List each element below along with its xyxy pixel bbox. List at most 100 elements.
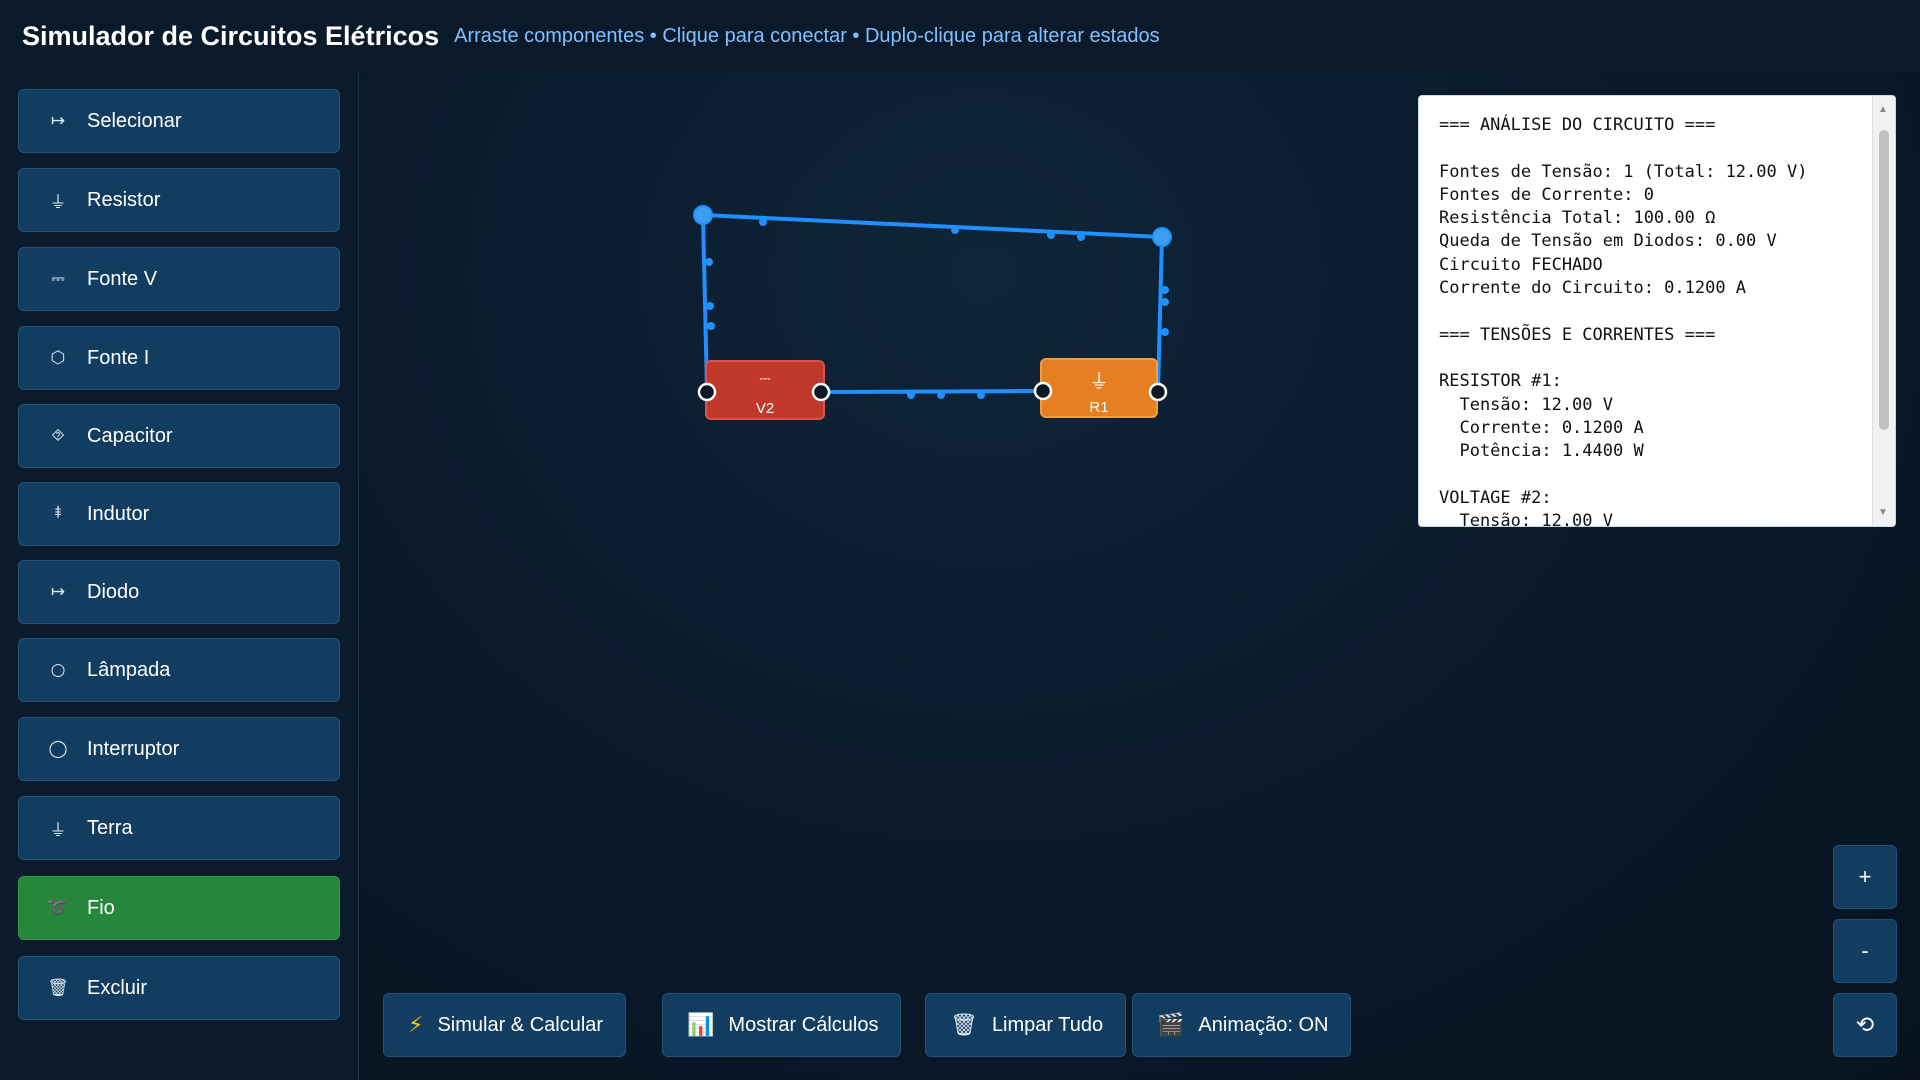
arrow-icon: ↦ xyxy=(50,582,66,602)
terminal[interactable] xyxy=(811,382,831,402)
tool-terra[interactable]: ⏚ Terra xyxy=(18,796,340,860)
button-label: Animação: ON xyxy=(1198,1013,1329,1036)
analysis-line: RESISTOR #1: xyxy=(1439,371,1562,392)
trash-icon: 🗑 xyxy=(950,1012,978,1038)
flow-dot xyxy=(706,302,714,310)
large-circle-icon: ◯ xyxy=(48,739,68,759)
clear-all-button[interactable]: 🗑 Limpar Tudo xyxy=(925,993,1127,1057)
tool-capacitor[interactable]: ⯑ Capacitor xyxy=(18,404,340,468)
ground-icon: ⏚ xyxy=(1089,369,1109,393)
wire-node[interactable] xyxy=(1152,227,1172,247)
app-header: Simulador de Circuitos Elétricos Arraste… xyxy=(0,0,1920,73)
tool-interruptor[interactable]: ◯ Interruptor xyxy=(18,717,340,781)
animation-toggle-button[interactable]: 🎬 Animação: ON xyxy=(1132,993,1352,1057)
loop-icon: ➰ xyxy=(47,898,69,918)
tool-lampada[interactable]: ○ Lâmpada xyxy=(18,638,340,702)
analysis-line xyxy=(1439,137,1875,160)
tool-label: Capacitor xyxy=(87,424,173,447)
analysis-line: === ANÁLISE DO CIRCUITO === xyxy=(1439,115,1716,135)
analysis-line: Corrente: 0.1200 A xyxy=(1439,417,1644,438)
component-label: V2 xyxy=(756,400,774,417)
tool-label: Terra xyxy=(87,816,133,839)
analysis-line: Potência: 1.4400 W xyxy=(1439,441,1644,462)
arrow-icon: ↦ xyxy=(50,111,66,131)
analysis-line: === TENSÕES E CORRENTES === xyxy=(1439,324,1716,345)
wire-node[interactable] xyxy=(693,205,713,225)
app-subtitle: Arraste componentes • Clique para conect… xyxy=(454,24,1160,47)
app-title: Simulador de Circuitos Elétricos xyxy=(22,20,440,51)
component-v2[interactable]: ⎓ V2 xyxy=(705,360,825,420)
analysis-line: Queda de Tensão em Diodos: 0.00 V xyxy=(1439,231,1777,252)
scroll-thumb[interactable] xyxy=(1879,130,1889,430)
tool-label: Fio xyxy=(87,896,115,919)
scroll-up-icon[interactable]: ▲ xyxy=(1878,104,1888,115)
trash-icon: 🗑 xyxy=(47,978,69,998)
button-label: Mostrar Cálculos xyxy=(728,1013,879,1036)
flow-dot xyxy=(1047,231,1055,239)
button-label: Simular & Calcular xyxy=(437,1013,604,1036)
tool-indutor[interactable]: ⯒ Indutor xyxy=(18,482,340,546)
flow-dot xyxy=(707,322,715,330)
flow-dot xyxy=(951,226,959,234)
flow-dot xyxy=(977,391,985,399)
terminal[interactable] xyxy=(697,382,717,402)
dc-icon: ⎓ xyxy=(51,269,65,289)
tool-selecionar[interactable]: ↦ Selecionar xyxy=(18,89,340,153)
analysis-line: Tensão: 12.00 V xyxy=(1439,511,1613,527)
lightning-icon: ⚡ xyxy=(408,1012,424,1038)
hexagon-icon: ⬡ xyxy=(50,348,66,368)
tool-fonte-i[interactable]: ⬡ Fonte I xyxy=(18,326,340,390)
analysis-line xyxy=(1439,463,1875,486)
tool-label: Indutor xyxy=(87,502,150,525)
tool-label: Diodo xyxy=(87,580,140,603)
chart-icon: 📊 xyxy=(687,1012,715,1038)
tool-label: Excluir xyxy=(87,976,148,999)
flow-dot xyxy=(705,258,713,266)
capacitor-icon: ⯑ xyxy=(51,426,65,446)
tool-label: Lâmpada xyxy=(87,658,171,681)
tool-excluir[interactable]: 🗑 Excluir xyxy=(18,956,340,1020)
component-r1[interactable]: ⏚ R1 xyxy=(1040,358,1158,418)
button-label: Limpar Tudo xyxy=(991,1013,1104,1036)
tool-resistor[interactable]: ⏚ Resistor xyxy=(18,168,340,232)
tool-label: Fonte I xyxy=(87,346,150,369)
ground-icon: ⏚ xyxy=(49,820,67,841)
reset-view-button[interactable]: ⟲ xyxy=(1833,993,1897,1057)
flow-dot xyxy=(937,391,945,399)
flow-dot xyxy=(1161,328,1169,336)
tool-label: Selecionar xyxy=(87,109,182,132)
zoom-in-button[interactable]: + xyxy=(1833,845,1897,909)
wire-bottom[interactable] xyxy=(820,389,1044,394)
tool-diodo[interactable]: ↦ Diodo xyxy=(18,560,340,624)
flow-dot xyxy=(1161,286,1169,294)
flow-dot xyxy=(907,391,915,399)
analysis-line: Fontes de Tensão: 1 (Total: 12.00 V) xyxy=(1439,161,1808,182)
tool-label: Interruptor xyxy=(87,737,180,760)
analysis-line: VOLTAGE #2: xyxy=(1439,487,1552,508)
analysis-panel[interactable]: === ANÁLISE DO CIRCUITO === Fontes de Te… xyxy=(1418,95,1896,527)
analysis-line: Circuito FECHADO xyxy=(1439,254,1603,275)
analysis-line: Corrente do Circuito: 0.1200 A xyxy=(1439,278,1747,299)
zoom-out-button[interactable]: - xyxy=(1833,919,1897,983)
wire-right[interactable] xyxy=(1156,236,1164,393)
flow-dot xyxy=(1077,233,1085,241)
flow-dot xyxy=(1161,298,1169,306)
simulate-button[interactable]: ⚡ Simular & Calcular xyxy=(383,993,627,1057)
terminal[interactable] xyxy=(1148,382,1168,402)
flow-dot xyxy=(759,218,767,226)
tool-label: Fonte V xyxy=(87,267,158,290)
analysis-line: Tensão: 12.00 V xyxy=(1439,394,1613,415)
terminal[interactable] xyxy=(1033,381,1053,401)
circle-icon: ○ xyxy=(50,660,66,680)
tool-fio[interactable]: ➰ Fio xyxy=(18,876,340,940)
dc-icon: ⎓ xyxy=(759,371,770,387)
ground-icon: ⏚ xyxy=(49,192,67,213)
tool-label: Resistor xyxy=(87,188,161,211)
scroll-down-icon[interactable]: ▼ xyxy=(1878,507,1888,518)
analysis-line: Resistência Total: 100.00 Ω xyxy=(1439,208,1716,229)
show-calculations-button[interactable]: 📊 Mostrar Cálculos xyxy=(662,993,902,1057)
tool-fonte-v[interactable]: ⎓ Fonte V xyxy=(18,247,340,311)
analysis-scrollbar[interactable]: ▲ ▼ xyxy=(1872,96,1895,526)
analysis-line: Fontes de Corrente: 0 xyxy=(1439,184,1654,205)
wire-top[interactable] xyxy=(702,213,1163,239)
